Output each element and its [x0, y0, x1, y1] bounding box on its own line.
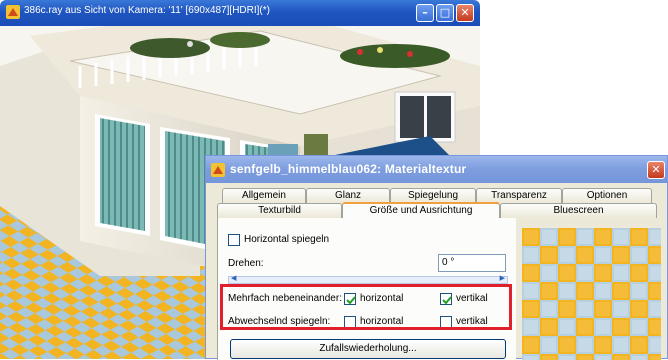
material-icon — [211, 163, 225, 177]
tab-spiegelung[interactable]: Spiegelung — [390, 188, 476, 203]
groesse-und-ausrichtung-panel: Horizontal spiegeln Drehen: 0 ° ◀ ▶ Mehr… — [217, 218, 516, 360]
slider-right-arrow-icon[interactable]: ▶ — [500, 274, 505, 282]
close-icon: ✕ — [460, 6, 470, 19]
maximize-icon: □ — [439, 6, 451, 19]
close-button[interactable]: ✕ — [456, 4, 474, 22]
drehen-label: Drehen: — [228, 258, 264, 269]
tab-optionen[interactable]: Optionen — [562, 188, 652, 203]
tab-row-1: Allgemein Glanz Spiegelung Transparenz O… — [222, 188, 652, 203]
highlight-frame — [220, 284, 512, 330]
tab-bluescreen[interactable]: Bluescreen — [500, 203, 657, 218]
texture-preview-image — [522, 228, 661, 360]
render-window-titlebar[interactable]: 386c.ray aus Sicht von Kamera: '11' [690… — [0, 0, 480, 26]
tab-glanz[interactable]: Glanz — [306, 188, 390, 203]
drehen-input[interactable]: 0 ° — [438, 254, 506, 272]
render-window-title: 386c.ray aus Sicht von Kamera: '11' [690… — [24, 5, 270, 16]
zufallswiederholung-button[interactable]: Zufallswiederholung... — [230, 339, 506, 359]
minimize-button[interactable]: – — [416, 4, 434, 22]
texture-preview — [522, 228, 661, 360]
slider-left-arrow-icon[interactable]: ◀ — [231, 274, 236, 282]
minimize-icon: – — [422, 6, 428, 19]
close-icon: ✕ — [651, 163, 661, 176]
tab-allgemein[interactable]: Allgemein — [222, 188, 306, 203]
dialog-title: senfgelb_himmelblau062: Materialtextur — [230, 162, 467, 176]
app-icon — [6, 5, 20, 19]
tab-transparenz[interactable]: Transparenz — [476, 188, 562, 203]
horizontal-spiegeln-checkbox[interactable] — [228, 234, 240, 246]
maximize-button[interactable]: □ — [436, 4, 454, 22]
tab-row-2: Texturbild Größe und Ausrichtung Bluescr… — [217, 202, 657, 219]
drehen-slider[interactable]: ◀ ▶ — [228, 274, 508, 284]
horizontal-spiegeln-label: Horizontal spiegeln — [244, 234, 330, 245]
dialog-titlebar[interactable]: senfgelb_himmelblau062: Materialtextur ✕ — [206, 156, 667, 183]
tab-groesse-und-ausrichtung[interactable]: Größe und Ausrichtung — [342, 202, 500, 219]
dialog-close-button[interactable]: ✕ — [647, 161, 665, 179]
material-texture-dialog: senfgelb_himmelblau062: Materialtextur ✕… — [205, 155, 668, 360]
tab-texturbild[interactable]: Texturbild — [217, 203, 342, 218]
